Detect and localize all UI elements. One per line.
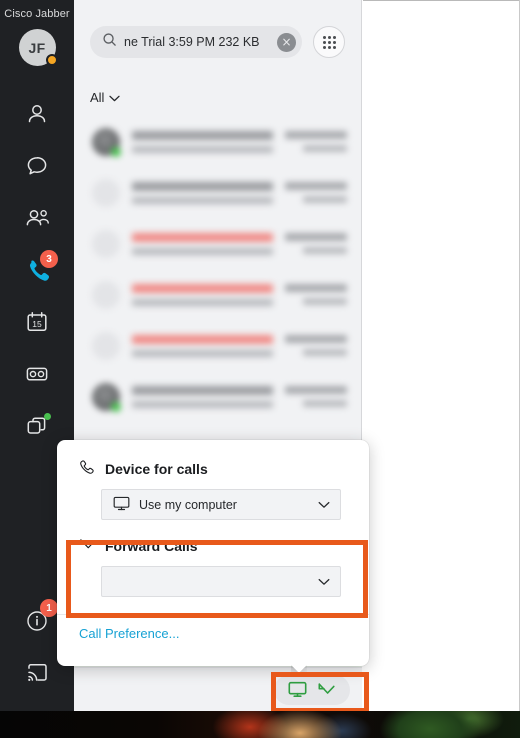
device-for-calls-select[interactable]: Use my computer <box>101 489 341 520</box>
sidebar-item-contacts[interactable] <box>0 88 74 140</box>
panel-header: ne Trial 3:59 PM 232 KB × <box>74 0 361 84</box>
table-row[interactable] <box>74 116 361 167</box>
row-avatar <box>92 280 120 309</box>
row-main <box>132 181 273 204</box>
filter-dropdown-all[interactable]: All <box>90 89 121 105</box>
svg-text:15: 15 <box>32 319 42 329</box>
person-icon <box>24 101 50 127</box>
row-main <box>132 385 273 408</box>
row-subtitle <box>132 196 273 204</box>
avatar[interactable]: JF <box>18 29 58 66</box>
call-forward-icon <box>317 682 336 697</box>
row-avatar <box>92 331 120 360</box>
app-title: Cisco Jabber <box>4 8 70 20</box>
rail-items: 3 15 <box>0 88 74 452</box>
handset-icon <box>79 459 96 479</box>
call-settings-button[interactable] <box>274 674 350 705</box>
row-meta <box>285 233 347 254</box>
row-subtitle <box>132 145 273 153</box>
row-meta <box>285 386 347 407</box>
desktop-wallpaper <box>0 711 520 738</box>
table-row[interactable] <box>74 320 361 371</box>
popover-tail <box>291 665 307 674</box>
table-row[interactable] <box>74 167 361 218</box>
sidebar-item-calls[interactable]: 3 <box>0 244 74 296</box>
filter-dropdown-label: All <box>90 89 105 105</box>
row-avatar <box>92 178 120 207</box>
row-main <box>132 334 273 357</box>
chat-bubble-icon <box>24 153 50 179</box>
sidebar-item-chats[interactable] <box>0 140 74 192</box>
sidebar-item-meetings[interactable]: 15 <box>0 296 74 348</box>
sidebar-item-voicemail[interactable] <box>0 348 74 400</box>
search-input-value: ne Trial 3:59 PM 232 KB <box>124 35 260 49</box>
popover-divider <box>57 614 369 615</box>
cast-icon <box>24 660 50 686</box>
row-title <box>132 181 273 191</box>
row-avatar <box>92 382 121 412</box>
row-meta <box>285 182 347 203</box>
device-for-calls-value: Use my computer <box>139 497 237 512</box>
dialpad-icon <box>322 35 336 49</box>
sidebar-item-teams[interactable] <box>0 192 74 244</box>
table-row[interactable] <box>74 371 361 422</box>
device-for-calls-title: Device for calls <box>105 461 208 477</box>
forward-calls-header: Forward Calls <box>79 535 347 557</box>
right-content-pane <box>363 0 519 711</box>
row-main <box>132 232 273 255</box>
filter-row: All <box>74 84 361 110</box>
row-avatar <box>92 127 121 157</box>
chevron-down-icon <box>318 498 330 512</box>
row-title <box>132 385 273 395</box>
presence-indicator-away <box>45 54 58 66</box>
dialpad-button[interactable] <box>313 26 345 58</box>
search-input[interactable]: ne Trial 3:59 PM 232 KB × <box>90 26 302 58</box>
monitor-icon <box>113 496 130 514</box>
row-title <box>132 334 273 344</box>
row-title <box>132 130 273 140</box>
forward-calls-title: Forward Calls <box>105 538 198 554</box>
info-badge: 1 <box>40 599 58 617</box>
row-title <box>132 283 273 293</box>
call-settings-popover: Device for calls Use my computer Forward… <box>57 440 369 666</box>
forward-calls-select[interactable] <box>101 566 341 597</box>
chevron-down-icon <box>109 90 121 105</box>
row-main <box>132 130 273 153</box>
apps-status-dot <box>44 413 51 420</box>
row-subtitle <box>132 349 273 357</box>
device-for-calls-header: Device for calls <box>79 458 347 480</box>
clear-search-icon[interactable]: × <box>277 32 296 52</box>
call-history-list[interactable] <box>74 110 361 422</box>
people-icon <box>24 205 51 231</box>
row-subtitle <box>132 298 273 306</box>
row-meta <box>285 284 347 305</box>
row-meta <box>285 131 347 152</box>
row-title <box>132 232 273 242</box>
jabber-app-window: Cisco Jabber JF 3 15 1 ne Trial 3:59 PM … <box>0 0 520 711</box>
chevron-down-icon <box>318 575 330 589</box>
row-main <box>132 283 273 306</box>
row-subtitle <box>132 247 273 255</box>
voicemail-icon <box>24 361 50 387</box>
call-preference-link[interactable]: Call Preference... <box>79 626 179 641</box>
calendar-icon: 15 <box>24 309 50 335</box>
row-meta <box>285 335 347 356</box>
row-subtitle <box>132 400 273 408</box>
jabber-window-screenshot: Cisco Jabber JF 3 15 1 ne Trial 3:59 PM … <box>0 0 520 738</box>
table-row[interactable] <box>74 269 361 320</box>
table-row[interactable] <box>74 218 361 269</box>
panel-status-bar <box>74 667 362 711</box>
row-avatar <box>92 229 120 258</box>
calls-badge: 3 <box>40 250 58 268</box>
monitor-icon <box>288 681 307 698</box>
search-icon <box>102 32 117 52</box>
call-forward-icon <box>79 538 96 555</box>
